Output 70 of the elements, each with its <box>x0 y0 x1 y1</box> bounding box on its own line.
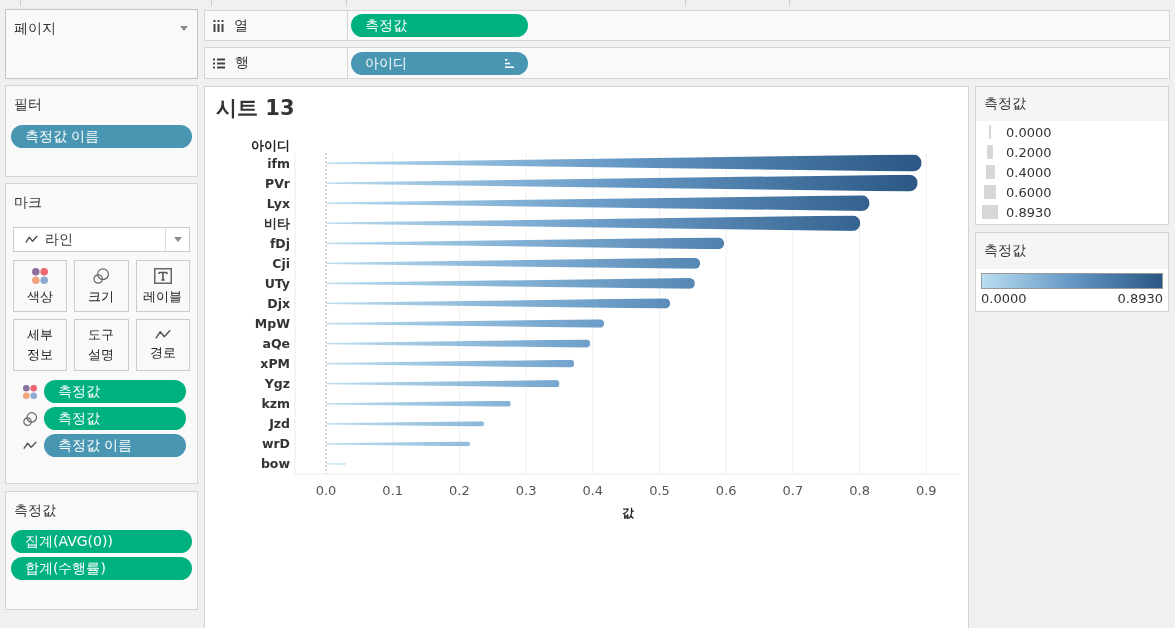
tick-label: 0.7 <box>782 482 804 498</box>
size-swatch-icon <box>987 145 993 159</box>
caret-icon[interactable] <box>180 26 188 31</box>
category-label: aQe <box>262 336 290 352</box>
tick-label: 0.5 <box>649 482 670 498</box>
category-label: wrD <box>261 436 290 452</box>
line-icon <box>154 329 171 340</box>
card-title: 페이지 <box>14 20 56 37</box>
legend-label: 0.8930 <box>1006 204 1052 220</box>
shelf-label: 열 <box>234 16 248 35</box>
color-dots-icon <box>23 384 37 399</box>
tick-label: 0.6 <box>715 482 737 498</box>
category-label: Cji <box>272 255 290 271</box>
legend-label: 0.8930 <box>1117 291 1163 306</box>
category-label: ifm <box>267 155 290 171</box>
mark-type-dropdown[interactable]: 라인 <box>13 227 190 252</box>
card-title: 필터 <box>14 96 42 113</box>
tick-label: 0.9 <box>915 482 937 498</box>
category-label: 비타 <box>264 215 290 231</box>
legend-label: 0.0000 <box>981 291 1027 306</box>
legend-label: 0.4000 <box>1006 164 1052 180</box>
axis-title: 아이디 <box>251 137 290 153</box>
sort-icon[interactable] <box>505 58 514 68</box>
mark-property-button[interactable]: 색상 <box>13 260 68 312</box>
category-label: Lyx <box>266 195 290 211</box>
circles-icon <box>93 267 110 284</box>
size-swatch-icon <box>982 205 998 219</box>
size-swatch-icon <box>983 185 997 199</box>
columns-icon <box>213 19 224 32</box>
line-icon <box>23 441 37 450</box>
tick-label: 0.2 <box>449 482 470 498</box>
legend-label: 0.2000 <box>1006 144 1052 160</box>
color-dots-icon <box>32 267 49 284</box>
category-label: Jzd <box>269 416 290 432</box>
caret-icon[interactable] <box>173 237 182 242</box>
tick-label: 0.3 <box>515 482 537 498</box>
sheet-title: 시트 13 <box>216 95 295 121</box>
mark-property-button[interactable]: 레이블 <box>135 260 190 312</box>
card-title: 측정값 <box>14 502 56 519</box>
tick-label: 0.8 <box>849 482 870 498</box>
legend-label: 0.6000 <box>1006 184 1052 200</box>
line-icon <box>25 235 38 244</box>
legend-title: 측정값 <box>984 95 1026 113</box>
axis-title: 값 <box>621 506 634 520</box>
category-label: MpW <box>254 316 290 332</box>
legend-title: 측정값 <box>984 242 1026 260</box>
tick-label: 0.1 <box>382 482 404 498</box>
category-label: Djx <box>267 295 290 311</box>
category-label: xPM <box>260 356 290 372</box>
category-label: Ygz <box>264 376 290 392</box>
circles-icon <box>23 411 37 426</box>
category-label: bow <box>260 456 290 472</box>
size-swatch-icon <box>985 165 995 179</box>
category-label: fDj <box>269 235 290 251</box>
mark-property-button[interactable]: 세부 정보 <box>13 319 68 371</box>
category-label: kzm <box>261 396 290 412</box>
mark-property-button[interactable]: 경로 <box>135 319 190 371</box>
category-label: PVr <box>265 175 290 191</box>
text-box-icon <box>153 267 172 284</box>
shelf-label: 행 <box>235 54 249 72</box>
mark-property-button[interactable]: 크기 <box>74 260 129 312</box>
mark-property-button[interactable]: 도구 설명 <box>74 319 129 371</box>
card-title: 마크 <box>14 194 42 211</box>
legend-label: 0.0000 <box>1006 124 1052 140</box>
rows-shelf[interactable]: 행 아이디 <box>204 47 1170 79</box>
tick-label: 0.4 <box>582 482 604 498</box>
columns-shelf[interactable]: 열 측정값 <box>204 10 1170 41</box>
list-icon <box>213 57 225 69</box>
tick-label: 0.0 <box>315 482 337 498</box>
category-label: UTy <box>264 275 290 291</box>
